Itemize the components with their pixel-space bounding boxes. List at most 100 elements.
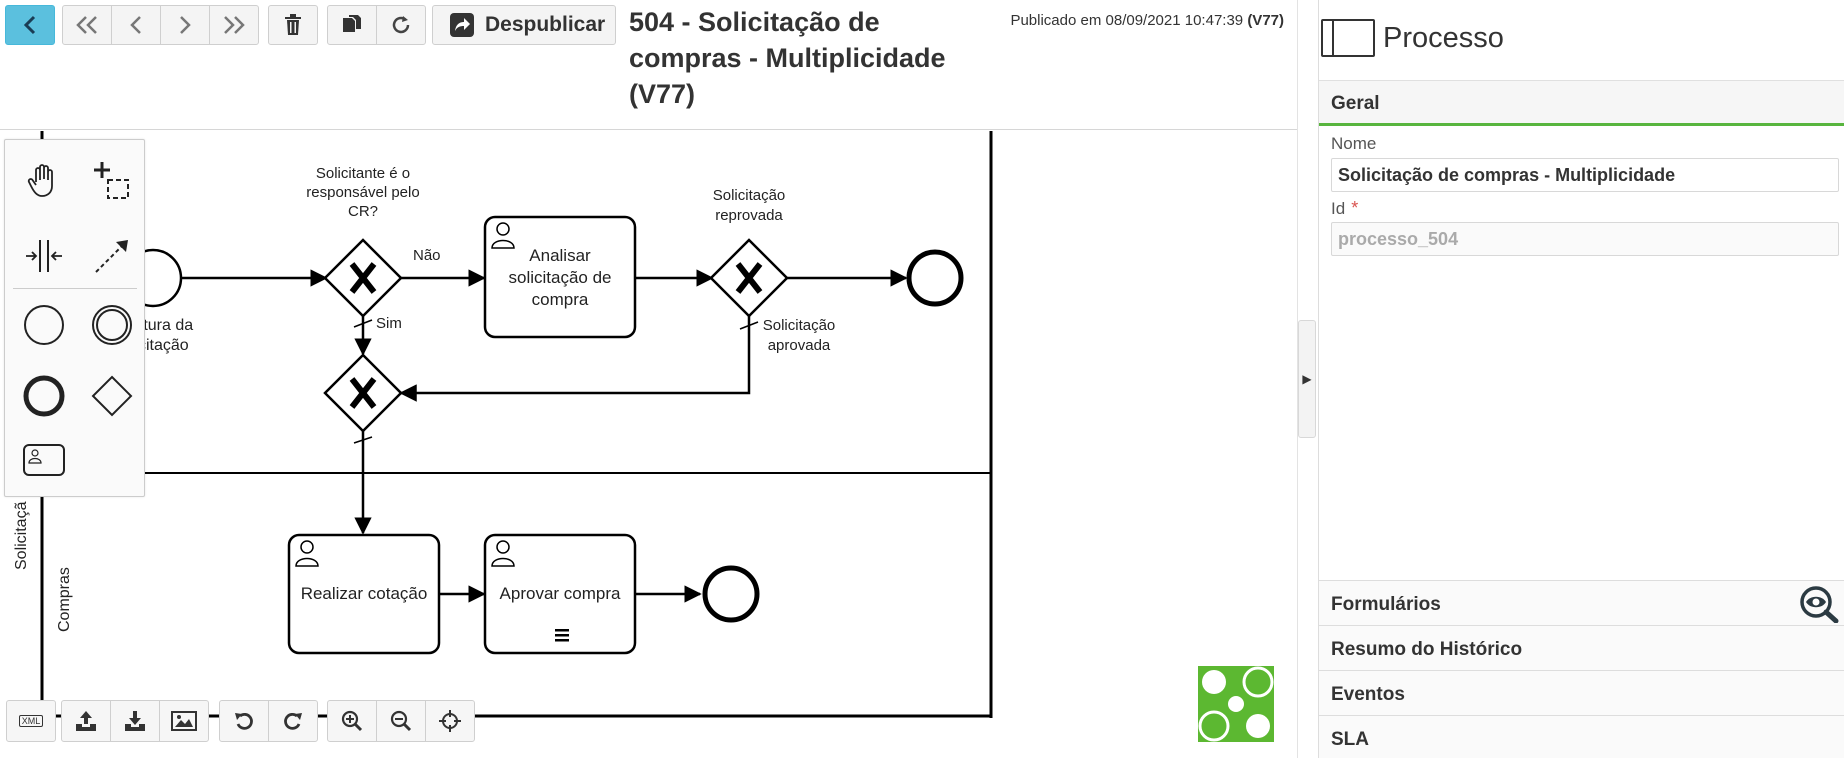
id-field-label: Id *	[1331, 198, 1358, 219]
redo-icon	[284, 712, 302, 730]
refresh-button[interactable]	[376, 5, 426, 45]
bpmn-diagram: Solicitaçã Compras rtura da citação Soli…	[13, 131, 993, 718]
gateway-icon	[91, 375, 133, 417]
first-version-button[interactable]	[62, 5, 112, 45]
published-version: (V77)	[1247, 12, 1284, 29]
section-history-label: Resumo do Histórico	[1331, 639, 1523, 660]
delete-button[interactable]	[268, 5, 318, 45]
last-version-button[interactable]	[209, 5, 259, 45]
create-gateway-tool[interactable]	[84, 368, 140, 424]
section-events-label: Eventos	[1331, 684, 1405, 705]
undo-icon	[235, 712, 253, 730]
published-info: Publicado em 08/09/2021 10:47:39 (V77)	[1010, 12, 1284, 29]
task-analisar-line1: Analisar	[529, 246, 591, 265]
flow-label-sim: Sim	[376, 315, 402, 332]
start-event-icon	[24, 305, 64, 345]
crosshair-icon	[439, 710, 461, 732]
download-icon	[125, 711, 145, 731]
collapse-panel-toggle[interactable]: ▶	[1298, 320, 1316, 438]
section-forms[interactable]: Formulários	[1319, 580, 1844, 625]
flow-label-nao: Não	[413, 247, 441, 264]
duplicate-button[interactable]	[327, 5, 377, 45]
create-user-task-tool[interactable]	[16, 432, 72, 488]
trash-icon	[285, 14, 301, 35]
editor-area: Despublicar 504 - Solicitação de compras…	[0, 0, 1316, 758]
undo-button[interactable]	[219, 700, 269, 742]
lane-label-solicitacao: Solicitaçã	[13, 501, 30, 570]
tab-general[interactable]: Geral	[1319, 80, 1844, 126]
gateway1-label-line1: Solicitante é o	[316, 165, 410, 182]
lane-label-compras: Compras	[56, 567, 73, 632]
end-event-icon	[23, 375, 65, 417]
unpublish-button[interactable]: Despublicar	[432, 5, 616, 45]
properties-header: Processo	[1319, 0, 1844, 76]
section-sla[interactable]: SLA	[1319, 715, 1844, 758]
task-analisar-line3: compra	[532, 290, 589, 309]
lasso-icon	[94, 162, 129, 199]
end-event-2[interactable]	[702, 565, 760, 623]
exclusive-gateway-1[interactable]	[323, 238, 403, 318]
share-icon	[450, 13, 474, 37]
upload-button[interactable]	[61, 700, 111, 742]
id-field[interactable]	[1331, 222, 1839, 256]
name-field-label: Nome	[1331, 134, 1377, 153]
xml-icon: XML	[18, 715, 44, 727]
previous-version-button[interactable]	[111, 5, 161, 45]
properties-title: Processo	[1383, 21, 1504, 54]
palette-separator	[13, 288, 137, 289]
next-version-button[interactable]	[160, 5, 210, 45]
section-events[interactable]: Eventos	[1319, 670, 1844, 715]
gateway1-label-line2: responsável pelo	[306, 184, 419, 201]
create-intermediate-event-tool[interactable]	[84, 297, 140, 353]
zoom-in-icon	[341, 710, 363, 732]
unpublish-label: Despublicar	[485, 13, 606, 36]
top-toolbar: Despublicar 504 - Solicitação de compras…	[0, 0, 1298, 130]
panel-icon	[1321, 19, 1375, 57]
connect-arrow-icon	[95, 240, 128, 273]
double-chevron-right-icon	[224, 16, 245, 34]
task-realizar-cotacao-label: Realizar cotação	[301, 584, 428, 603]
zoom-in-button[interactable]	[327, 700, 377, 742]
chevron-right-icon	[180, 16, 191, 34]
create-start-event-tool[interactable]	[16, 297, 72, 353]
xml-view-button[interactable]: XML	[6, 700, 56, 742]
flow-label-aprovada-line1: Solicitação	[763, 317, 836, 334]
bpmn-canvas[interactable]: Solicitaçã Compras rtura da citação Soli…	[0, 131, 1298, 758]
user-task-icon	[23, 444, 65, 476]
image-icon	[171, 711, 197, 731]
start-event-label-line1: rtura da	[138, 317, 193, 334]
zoom-out-button[interactable]	[376, 700, 426, 742]
id-label-text: Id	[1331, 199, 1346, 218]
fit-viewport-button[interactable]	[425, 700, 475, 742]
section-history-summary[interactable]: Resumo do Histórico	[1319, 625, 1844, 670]
caret-right-icon: ▶	[1302, 372, 1312, 386]
hand-icon	[27, 164, 53, 197]
hand-tool[interactable]	[16, 152, 72, 208]
download-button[interactable]	[110, 700, 160, 742]
search-eye-icon[interactable]	[1799, 585, 1839, 623]
space-tool[interactable]	[16, 228, 72, 284]
intermediate-event-icon	[92, 305, 132, 345]
space-tool-icon	[26, 240, 62, 272]
global-connect-tool[interactable]	[84, 228, 140, 284]
gateway1-label-line3: CR?	[348, 203, 378, 220]
lasso-tool[interactable]	[84, 152, 140, 208]
double-chevron-left-icon	[76, 16, 97, 34]
redo-button[interactable]	[268, 700, 318, 742]
multi-instance-sequential-icon	[555, 629, 569, 642]
name-field[interactable]	[1331, 158, 1839, 192]
properties-panel: Processo Geral Nome Id * Formulários Resu…	[1318, 0, 1844, 758]
bpmn-editor-app: Despublicar 504 - Solicitação de compras…	[0, 0, 1844, 758]
end-event-1[interactable]	[906, 249, 964, 307]
create-end-event-tool[interactable]	[16, 368, 72, 424]
section-forms-label: Formulários	[1331, 594, 1441, 615]
app-logo	[1198, 666, 1274, 742]
chevron-left-icon	[130, 16, 141, 34]
chevron-left-icon	[23, 15, 36, 35]
export-image-button[interactable]	[159, 700, 209, 742]
exclusive-gateway-3[interactable]	[323, 353, 403, 433]
exclusive-gateway-2[interactable]	[709, 238, 789, 318]
flow-label-aprovada-line2: aprovada	[768, 337, 831, 354]
section-sla-label: SLA	[1331, 729, 1369, 750]
back-button[interactable]	[5, 5, 55, 45]
